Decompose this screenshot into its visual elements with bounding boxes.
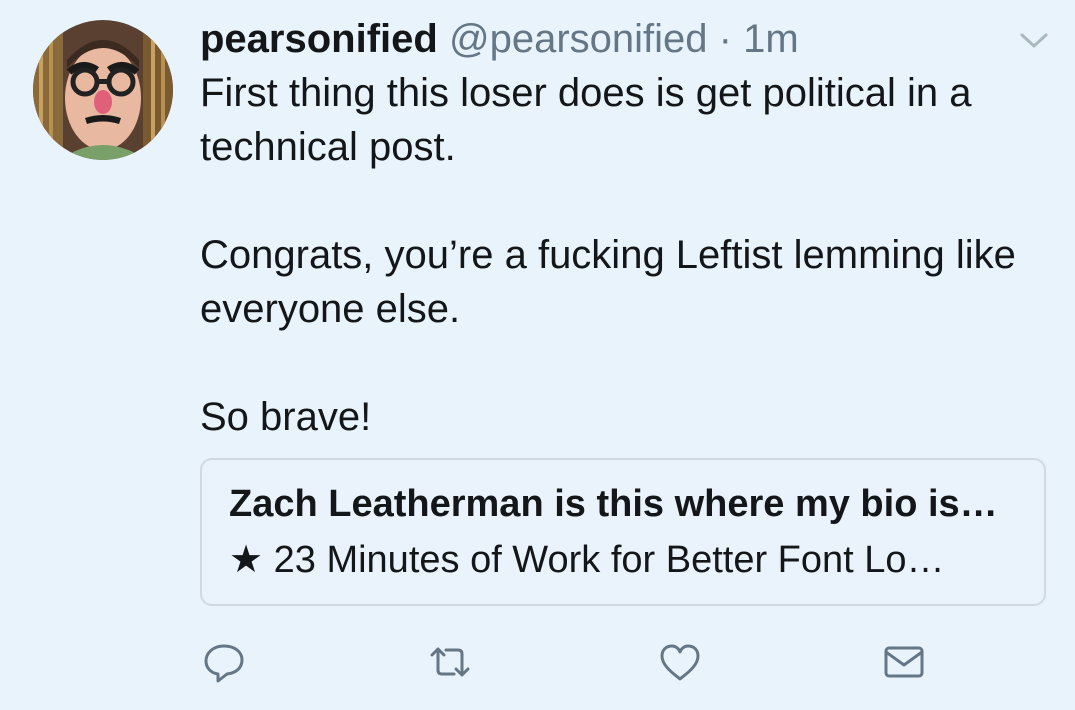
action-bar [200, 638, 960, 688]
quoted-tweet-card[interactable]: Zach Leatherman is this where my bio is…… [200, 458, 1046, 606]
user-handle[interactable]: @pearsonified [449, 17, 708, 61]
avatar-image [33, 20, 173, 160]
avatar[interactable] [33, 20, 173, 160]
quoted-author: Zach Leatherman is this where my bio is… [229, 483, 998, 525]
retweet-icon[interactable] [426, 638, 474, 686]
tweet-header: pearsonified @pearsonified · 1m [200, 14, 799, 64]
envelope-icon[interactable] [880, 638, 928, 686]
separator-dot: · [718, 17, 732, 61]
tweet-paragraph: First thing this loser does is get polit… [200, 71, 972, 169]
display-name[interactable]: pearsonified [200, 17, 438, 61]
heart-icon[interactable] [656, 638, 704, 686]
tweet: pearsonified @pearsonified · 1m First th… [0, 0, 1075, 710]
tweet-paragraph: So brave! [200, 395, 372, 439]
tweet-text: First thing this loser does is get polit… [200, 66, 1050, 444]
timestamp[interactable]: 1m [743, 17, 799, 61]
chevron-down-icon[interactable] [1016, 30, 1052, 52]
tweet-paragraph: Congrats, you’re a fucking Leftist lemmi… [200, 233, 1016, 331]
quoted-text: ★ 23 Minutes of Work for Better Font Lo… [229, 539, 945, 581]
reply-icon[interactable] [200, 638, 248, 686]
